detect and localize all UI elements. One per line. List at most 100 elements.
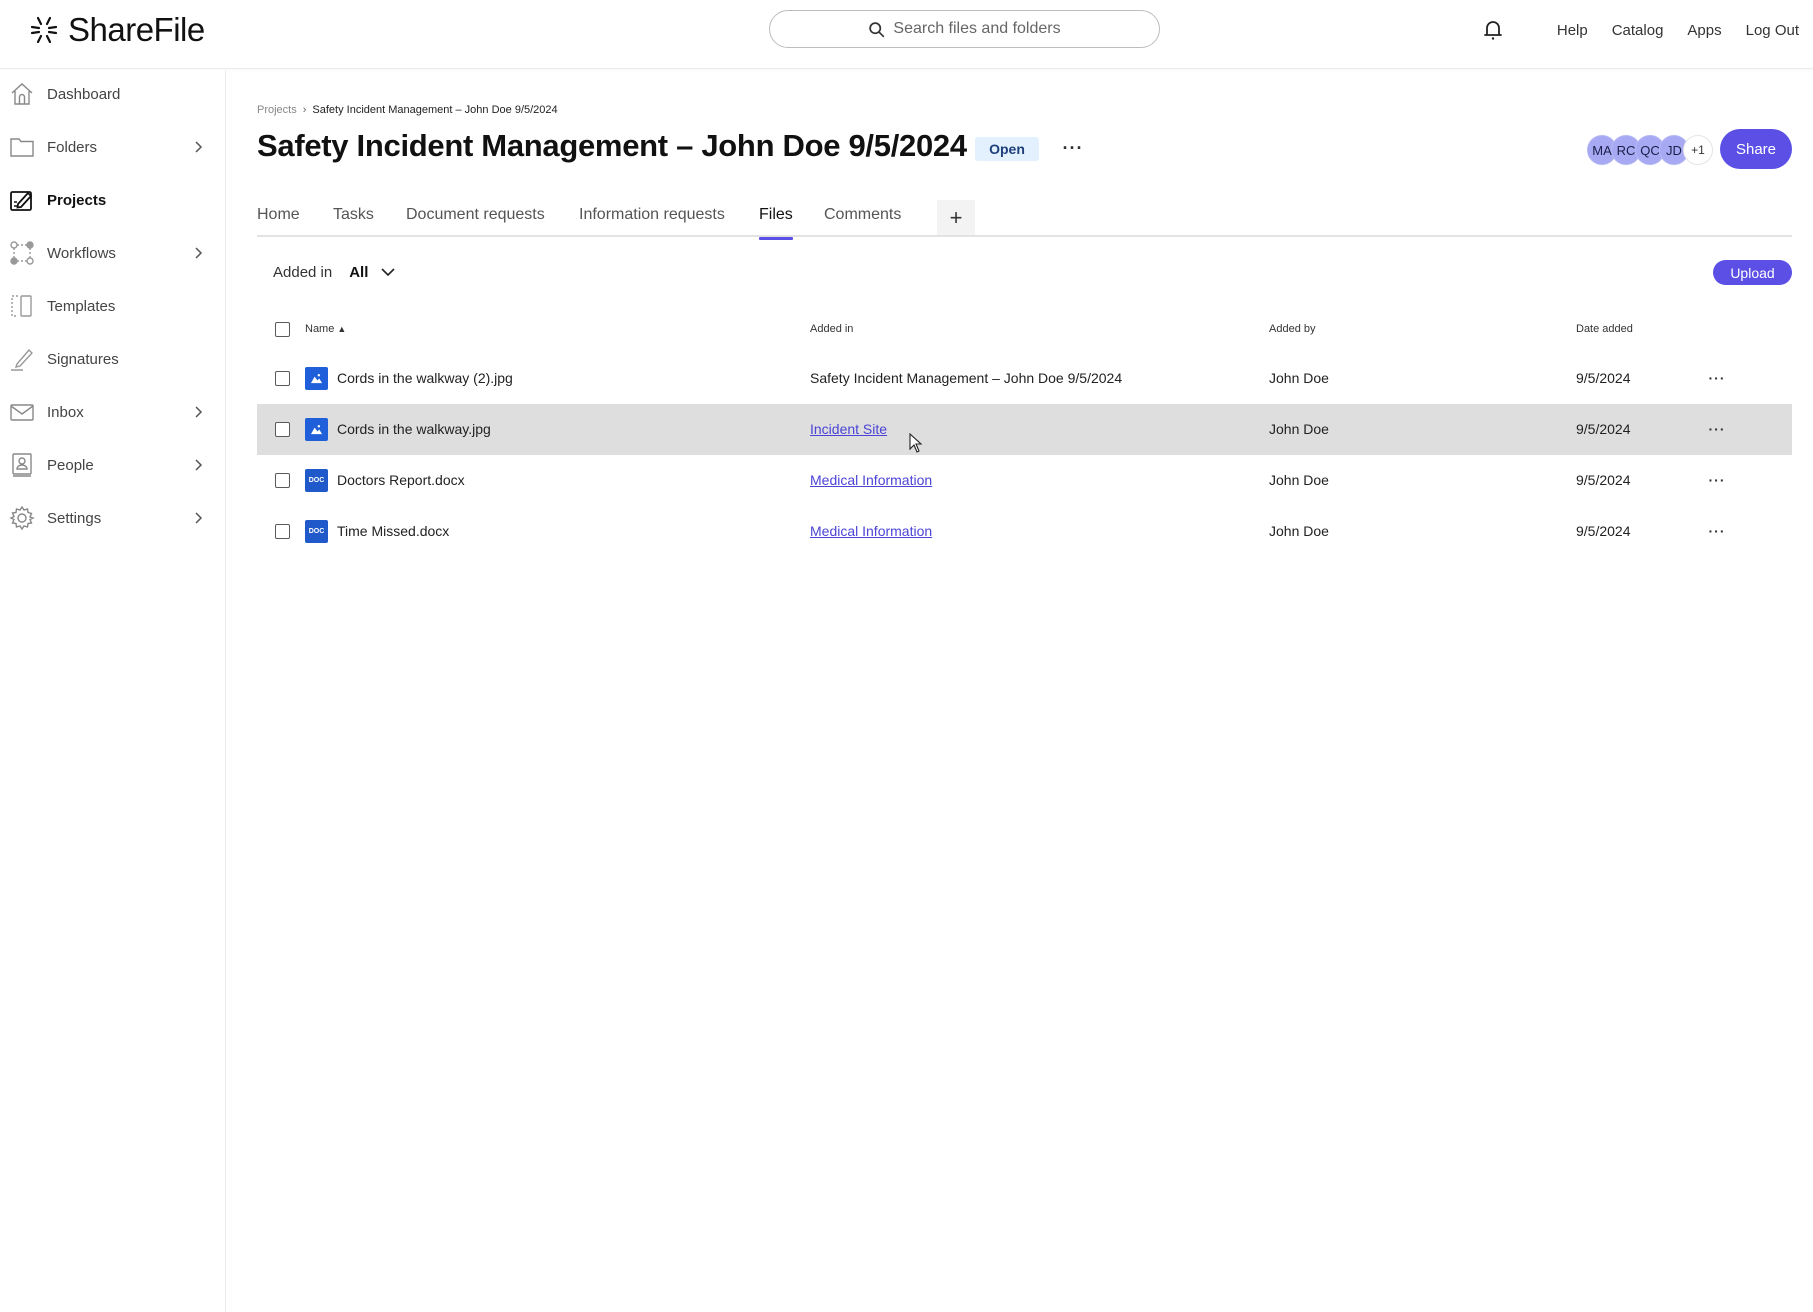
search-input[interactable]: Search files and folders xyxy=(769,10,1160,48)
notifications-bell-icon[interactable] xyxy=(1481,18,1505,42)
share-button[interactable]: Share xyxy=(1720,129,1792,169)
row-checkbox[interactable] xyxy=(275,524,290,539)
row-more-button[interactable]: ··· xyxy=(1704,518,1730,544)
logout-link[interactable]: Log Out xyxy=(1746,22,1799,39)
home-icon xyxy=(11,83,33,105)
added-by: John Doe xyxy=(1269,421,1329,437)
tab-document-requests[interactable]: Document requests xyxy=(406,206,545,237)
select-all-checkbox[interactable] xyxy=(275,322,290,337)
templates-icon xyxy=(11,295,32,317)
sidebar-label: Projects xyxy=(47,191,107,209)
project-members[interactable]: MA RC QC JD +1 xyxy=(1587,135,1713,165)
sidebar-item-people[interactable]: People xyxy=(0,445,226,485)
sharefile-logo-icon xyxy=(30,16,58,44)
added-in-link[interactable]: Medical Information xyxy=(810,523,932,539)
chevron-down-icon[interactable] xyxy=(380,264,396,280)
sidebar-label: Folders xyxy=(47,138,98,156)
people-icon xyxy=(12,453,32,477)
added-in-filter: Added in All xyxy=(273,262,396,282)
tab-home[interactable]: Home xyxy=(257,206,300,237)
file-name[interactable]: Time Missed.docx xyxy=(337,523,449,539)
sidebar-label: Settings xyxy=(47,509,102,527)
column-name-label: Name xyxy=(305,323,335,335)
file-name[interactable]: Doctors Report.docx xyxy=(337,472,465,488)
date-added: 9/5/2024 xyxy=(1576,472,1631,488)
added-by: John Doe xyxy=(1269,370,1329,386)
column-date-added[interactable]: Date added xyxy=(1576,323,1633,335)
file-name[interactable]: Cords in the walkway.jpg xyxy=(337,421,491,437)
help-link[interactable]: Help xyxy=(1557,22,1588,39)
file-name[interactable]: Cords in the walkway (2).jpg xyxy=(337,370,513,386)
sharefile-logo[interactable]: ShareFile xyxy=(28,11,205,48)
doc-file-icon: DOC xyxy=(305,520,328,543)
workflows-icon xyxy=(10,241,34,265)
filter-dropdown[interactable]: All xyxy=(349,264,368,281)
column-added-in[interactable]: Added in xyxy=(810,323,853,335)
row-checkbox[interactable] xyxy=(275,422,290,437)
table-row[interactable]: DOC Time Missed.docx Medical Information… xyxy=(257,506,1792,557)
apps-link[interactable]: Apps xyxy=(1687,22,1721,39)
sidebar-item-signatures[interactable]: Signatures xyxy=(0,339,226,379)
table-row[interactable]: Cords in the walkway (2).jpg Safety Inci… xyxy=(257,353,1792,404)
avatar-overflow-count[interactable]: +1 xyxy=(1683,135,1713,165)
page-title: Safety Incident Management – John Doe 9/… xyxy=(257,128,967,163)
sidebar-item-workflows[interactable]: Workflows xyxy=(0,233,226,273)
gear-icon xyxy=(9,505,35,531)
project-tabs: Home Tasks Document requests Information… xyxy=(257,200,1792,240)
chevron-right-icon xyxy=(195,141,203,153)
date-added: 9/5/2024 xyxy=(1576,421,1631,437)
image-file-icon xyxy=(305,418,328,441)
catalog-link[interactable]: Catalog xyxy=(1612,22,1664,39)
sidebar-item-projects[interactable]: Projects xyxy=(0,180,226,220)
table-header: Name ▲ Added in Added by Date added xyxy=(257,318,1792,342)
add-tab-button[interactable]: + xyxy=(937,200,975,235)
filter-label: Added in xyxy=(273,263,333,281)
search-icon xyxy=(869,21,885,37)
sidebar-item-inbox[interactable]: Inbox xyxy=(0,392,226,432)
sidebar-label: Inbox xyxy=(47,403,84,421)
table-row[interactable]: DOC Doctors Report.docx Medical Informat… xyxy=(257,455,1792,506)
upload-button[interactable]: Upload xyxy=(1713,260,1792,285)
row-checkbox[interactable] xyxy=(275,473,290,488)
breadcrumb-chevron-icon: › xyxy=(302,104,307,116)
chevron-right-icon xyxy=(195,512,203,524)
signature-icon xyxy=(11,348,33,371)
row-more-button[interactable]: ··· xyxy=(1704,416,1730,442)
tab-information-requests[interactable]: Information requests xyxy=(579,206,725,237)
row-checkbox[interactable] xyxy=(275,371,290,386)
column-added-by[interactable]: Added by xyxy=(1269,323,1315,335)
added-by: John Doe xyxy=(1269,472,1329,488)
project-more-button[interactable]: ··· xyxy=(1060,135,1086,161)
added-in-link[interactable]: Medical Information xyxy=(810,472,932,488)
tab-tasks[interactable]: Tasks xyxy=(333,206,374,237)
table-row[interactable]: Cords in the walkway.jpg Incident Site J… xyxy=(257,404,1792,455)
row-more-button[interactable]: ··· xyxy=(1704,467,1730,493)
added-in-link[interactable]: Incident Site xyxy=(810,421,887,437)
projects-icon xyxy=(10,191,33,211)
sort-ascending-icon: ▲ xyxy=(337,324,347,334)
date-added: 9/5/2024 xyxy=(1576,370,1631,386)
sidebar-item-dashboard[interactable]: Dashboard xyxy=(0,74,226,114)
top-header: ShareFile Search files and folders Help … xyxy=(0,0,1813,69)
chevron-right-icon xyxy=(195,459,203,471)
sidebar-item-templates[interactable]: Templates xyxy=(0,286,226,326)
search-placeholder: Search files and folders xyxy=(893,20,1061,37)
sidebar-label: Dashboard xyxy=(47,85,121,103)
header-actions: Help Catalog Apps Log Out xyxy=(1481,12,1799,48)
breadcrumb-current: Safety Incident Management – John Doe 9/… xyxy=(312,104,558,116)
sidebar-label: Workflows xyxy=(47,244,116,262)
doc-file-icon: DOC xyxy=(305,469,328,492)
column-name[interactable]: Name ▲ xyxy=(305,323,346,335)
row-more-button[interactable]: ··· xyxy=(1704,365,1730,391)
sidebar-item-folders[interactable]: Folders xyxy=(0,127,226,167)
chevron-right-icon xyxy=(195,406,203,418)
sidebar: Dashboard Folders Projects Workflows Tem… xyxy=(0,70,226,1312)
breadcrumb-projects-link[interactable]: Projects xyxy=(257,104,297,116)
breadcrumb: Projects › Safety Incident Management – … xyxy=(257,104,558,116)
tab-comments[interactable]: Comments xyxy=(824,206,901,237)
tab-files[interactable]: Files xyxy=(759,206,793,240)
mouse-cursor-icon xyxy=(909,433,923,453)
sidebar-item-settings[interactable]: Settings xyxy=(0,498,226,538)
inbox-icon xyxy=(10,404,34,421)
sidebar-label: People xyxy=(47,456,94,474)
